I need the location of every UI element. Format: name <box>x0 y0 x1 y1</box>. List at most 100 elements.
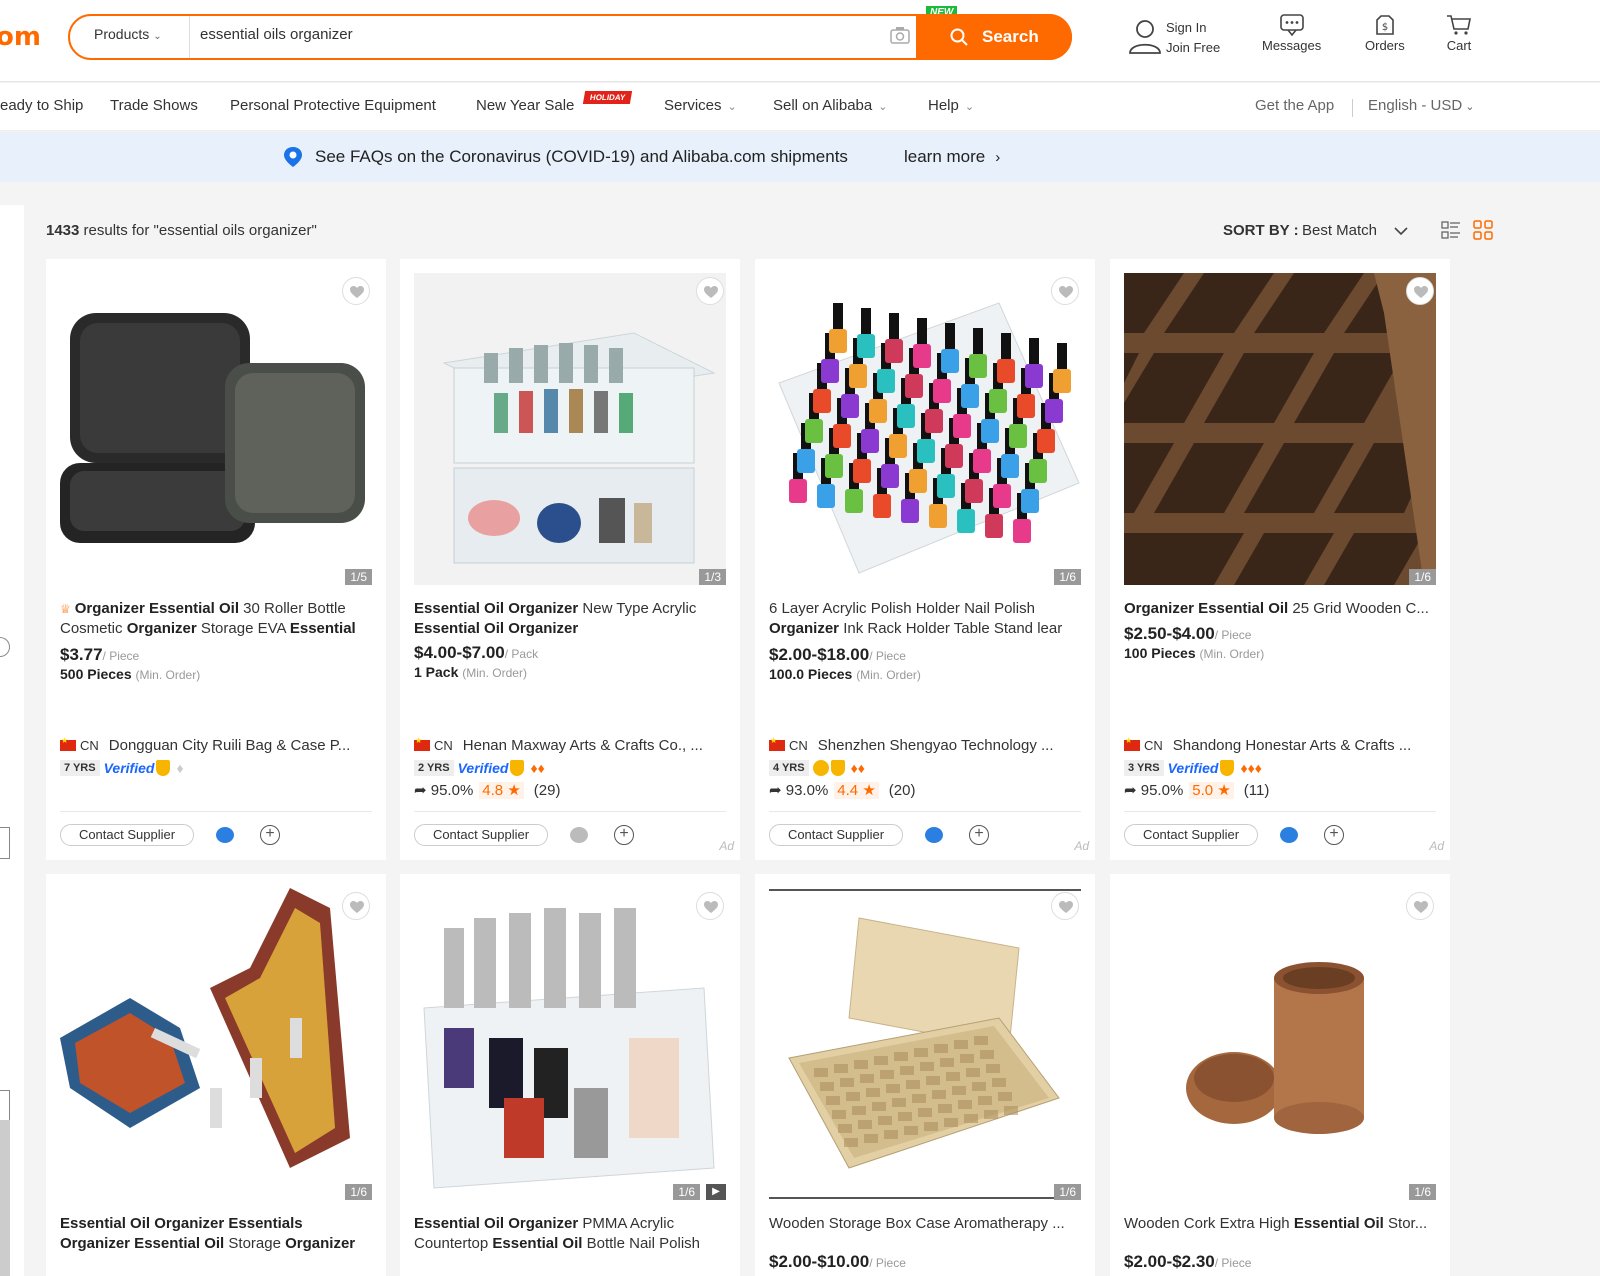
nav-help[interactable]: Help ⌄ <box>928 97 974 114</box>
product-title[interactable]: Organizer Essential Oil 25 Grid Wooden C… <box>1124 599 1438 619</box>
product-card[interactable]: 1/6 Wooden Cork Extra High Essential Oil… <box>1110 874 1450 1276</box>
product-card[interactable]: 1/6 Organizer Essential Oil 25 Grid Wood… <box>1110 259 1450 860</box>
category-select-label: Products <box>94 26 150 42</box>
sign-in-link[interactable]: Sign In <box>1166 20 1206 35</box>
favorite-button[interactable] <box>342 277 370 305</box>
product-card[interactable]: 1/6 Wooden Storage Box Case Aromatherapy… <box>755 874 1095 1276</box>
verified-badge: Verified <box>103 759 155 776</box>
chat-icon[interactable] <box>925 827 943 843</box>
add-compare-icon[interactable]: + <box>1324 825 1344 845</box>
supplier-name[interactable]: Henan Maxway Arts & Crafts Co., ... <box>463 737 703 754</box>
bottle-body <box>789 479 807 503</box>
sidebar-input[interactable] <box>0 827 10 859</box>
supplier-line[interactable]: CN Shandong Honestar Arts & Crafts ... <box>1124 737 1438 754</box>
nav-services[interactable]: Services ⌄ <box>664 97 737 114</box>
sidebar-scrollbar[interactable] <box>0 1120 10 1276</box>
contact-supplier-button[interactable]: Contact Supplier <box>1124 824 1258 846</box>
favorite-button[interactable] <box>1406 277 1434 305</box>
product-card[interactable]: 1/6 6 Layer Acrylic Polish Holder Nail P… <box>755 259 1095 860</box>
chevron-down-icon[interactable] <box>1394 226 1408 236</box>
bottle-cap <box>1029 338 1039 364</box>
years-badge: 3 YRS <box>1124 759 1164 776</box>
sort-select[interactable]: Best Match <box>1302 222 1377 239</box>
contact-supplier-button[interactable]: Contact Supplier <box>414 824 548 846</box>
product-title[interactable]: Essential Oil Organizer PMMA Acrylic Cou… <box>414 1214 728 1254</box>
filter-sidebar <box>0 205 24 1276</box>
rating-score: 4.4 ★ <box>834 782 879 799</box>
supplier-line[interactable]: CN Dongguan City Ruili Bag & Case P... <box>60 737 374 754</box>
supplier-line[interactable]: CN Henan Maxway Arts & Crafts Co., ... <box>414 737 728 754</box>
product-image[interactable] <box>769 273 1081 585</box>
chat-icon[interactable] <box>216 827 234 843</box>
title-segment: Organizer Essential Oil <box>1124 600 1289 617</box>
product-card[interactable]: 1/6 Essential Oil Organizer Essentials O… <box>46 874 386 1276</box>
nav-ready-to-ship[interactable]: eady to Ship <box>0 97 83 114</box>
bottle-body <box>981 419 999 443</box>
title-segment: 6 Layer Acrylic Polish Holder Nail Polis… <box>769 600 1035 617</box>
join-free-link[interactable]: Join Free <box>1166 40 1220 55</box>
product-card[interactable]: 1/3 Essential Oil Organizer New Type Acr… <box>400 259 740 860</box>
favorite-button[interactable] <box>1051 277 1079 305</box>
favorite-button[interactable] <box>1406 892 1434 920</box>
bottle-cap <box>945 323 955 349</box>
add-compare-icon[interactable]: + <box>969 825 989 845</box>
add-compare-icon[interactable]: + <box>260 825 280 845</box>
product-image[interactable] <box>414 888 726 1200</box>
search-input[interactable] <box>200 26 860 43</box>
sidebar-radio[interactable] <box>0 637 10 657</box>
rating-count: (20) <box>888 782 916 799</box>
bottle-body <box>821 359 839 383</box>
sidebar-input[interactable] <box>0 1090 10 1122</box>
nav-new-year-sale[interactable]: New Year Sale <box>476 97 574 114</box>
nav-ppe[interactable]: Personal Protective Equipment <box>230 97 436 114</box>
bottle-body <box>889 434 907 458</box>
camera-icon[interactable] <box>890 26 910 44</box>
search-button[interactable]: Search <box>916 14 1072 60</box>
alibaba-logo[interactable]: om <box>0 22 41 52</box>
bottle-body <box>901 499 919 523</box>
product-image[interactable] <box>1124 273 1436 585</box>
chat-icon[interactable] <box>570 827 588 843</box>
product-image[interactable] <box>60 888 372 1200</box>
messages-link[interactable]: Messages <box>1262 14 1321 53</box>
contact-supplier-button[interactable]: Contact Supplier <box>769 824 903 846</box>
favorite-button[interactable] <box>1051 892 1079 920</box>
add-compare-icon[interactable]: + <box>614 825 634 845</box>
product-title[interactable]: Essential Oil Organizer Essentials Organ… <box>60 1214 374 1254</box>
product-title[interactable]: ♕ Organizer Essential Oil 30 Roller Bottl… <box>60 599 374 639</box>
video-play-icon[interactable]: ▶ <box>706 1184 726 1200</box>
get-app-link[interactable]: Get the App <box>1255 97 1334 114</box>
product-card[interactable]: 1/6 ▶ Essential Oil Organizer PMMA Acryl… <box>400 874 740 1276</box>
years-badge: 4 YRS <box>769 759 809 776</box>
product-image[interactable] <box>1124 888 1436 1200</box>
chat-icon[interactable] <box>1280 827 1298 843</box>
favorite-button[interactable] <box>696 277 724 305</box>
contact-supplier-button[interactable]: Contact Supplier <box>60 824 194 846</box>
bottle-body <box>813 389 831 413</box>
product-image[interactable] <box>60 273 372 585</box>
product-title[interactable]: Essential Oil Organizer New Type Acrylic… <box>414 599 728 639</box>
supplier-name[interactable]: Shenzhen Shengyao Technology ... <box>818 737 1054 754</box>
supplier-name[interactable]: Dongguan City Ruili Bag & Case P... <box>109 737 351 754</box>
cart-link[interactable]: Cart <box>1446 14 1472 53</box>
supplier-line[interactable]: CN Shenzhen Shengyao Technology ... <box>769 737 1083 754</box>
language-currency-select[interactable]: English - USD ⌄ <box>1368 97 1474 114</box>
grid-view-icon[interactable] <box>1473 220 1493 240</box>
product-image[interactable] <box>414 273 726 585</box>
product-card[interactable]: 1/5 ♕ Organizer Essential Oil 30 Roller B… <box>46 259 386 860</box>
learn-more-link[interactable]: learn more › <box>904 147 1000 167</box>
list-view-icon[interactable] <box>1441 220 1461 240</box>
product-image[interactable] <box>769 888 1081 1200</box>
product-title[interactable]: 6 Layer Acrylic Polish Holder Nail Polis… <box>769 599 1083 639</box>
favorite-button[interactable] <box>696 892 724 920</box>
nav-sell-on-alibaba[interactable]: Sell on Alibaba ⌄ <box>773 97 887 114</box>
supplier-name[interactable]: Shandong Honestar Arts & Crafts ... <box>1173 737 1411 754</box>
product-title[interactable]: Wooden Storage Box Case Aromatherapy ... <box>769 1214 1083 1234</box>
orders-link[interactable]: $ Orders <box>1365 14 1405 53</box>
favorite-button[interactable] <box>342 892 370 920</box>
product-title[interactable]: Wooden Cork Extra High Essential Oil Sto… <box>1124 1214 1438 1234</box>
nav-trade-shows[interactable]: Trade Shows <box>110 97 198 114</box>
sort-by-label: SORT BY : <box>1223 222 1299 239</box>
box-slot <box>972 1082 986 1091</box>
category-select[interactable]: Products ⌄ <box>70 16 190 58</box>
